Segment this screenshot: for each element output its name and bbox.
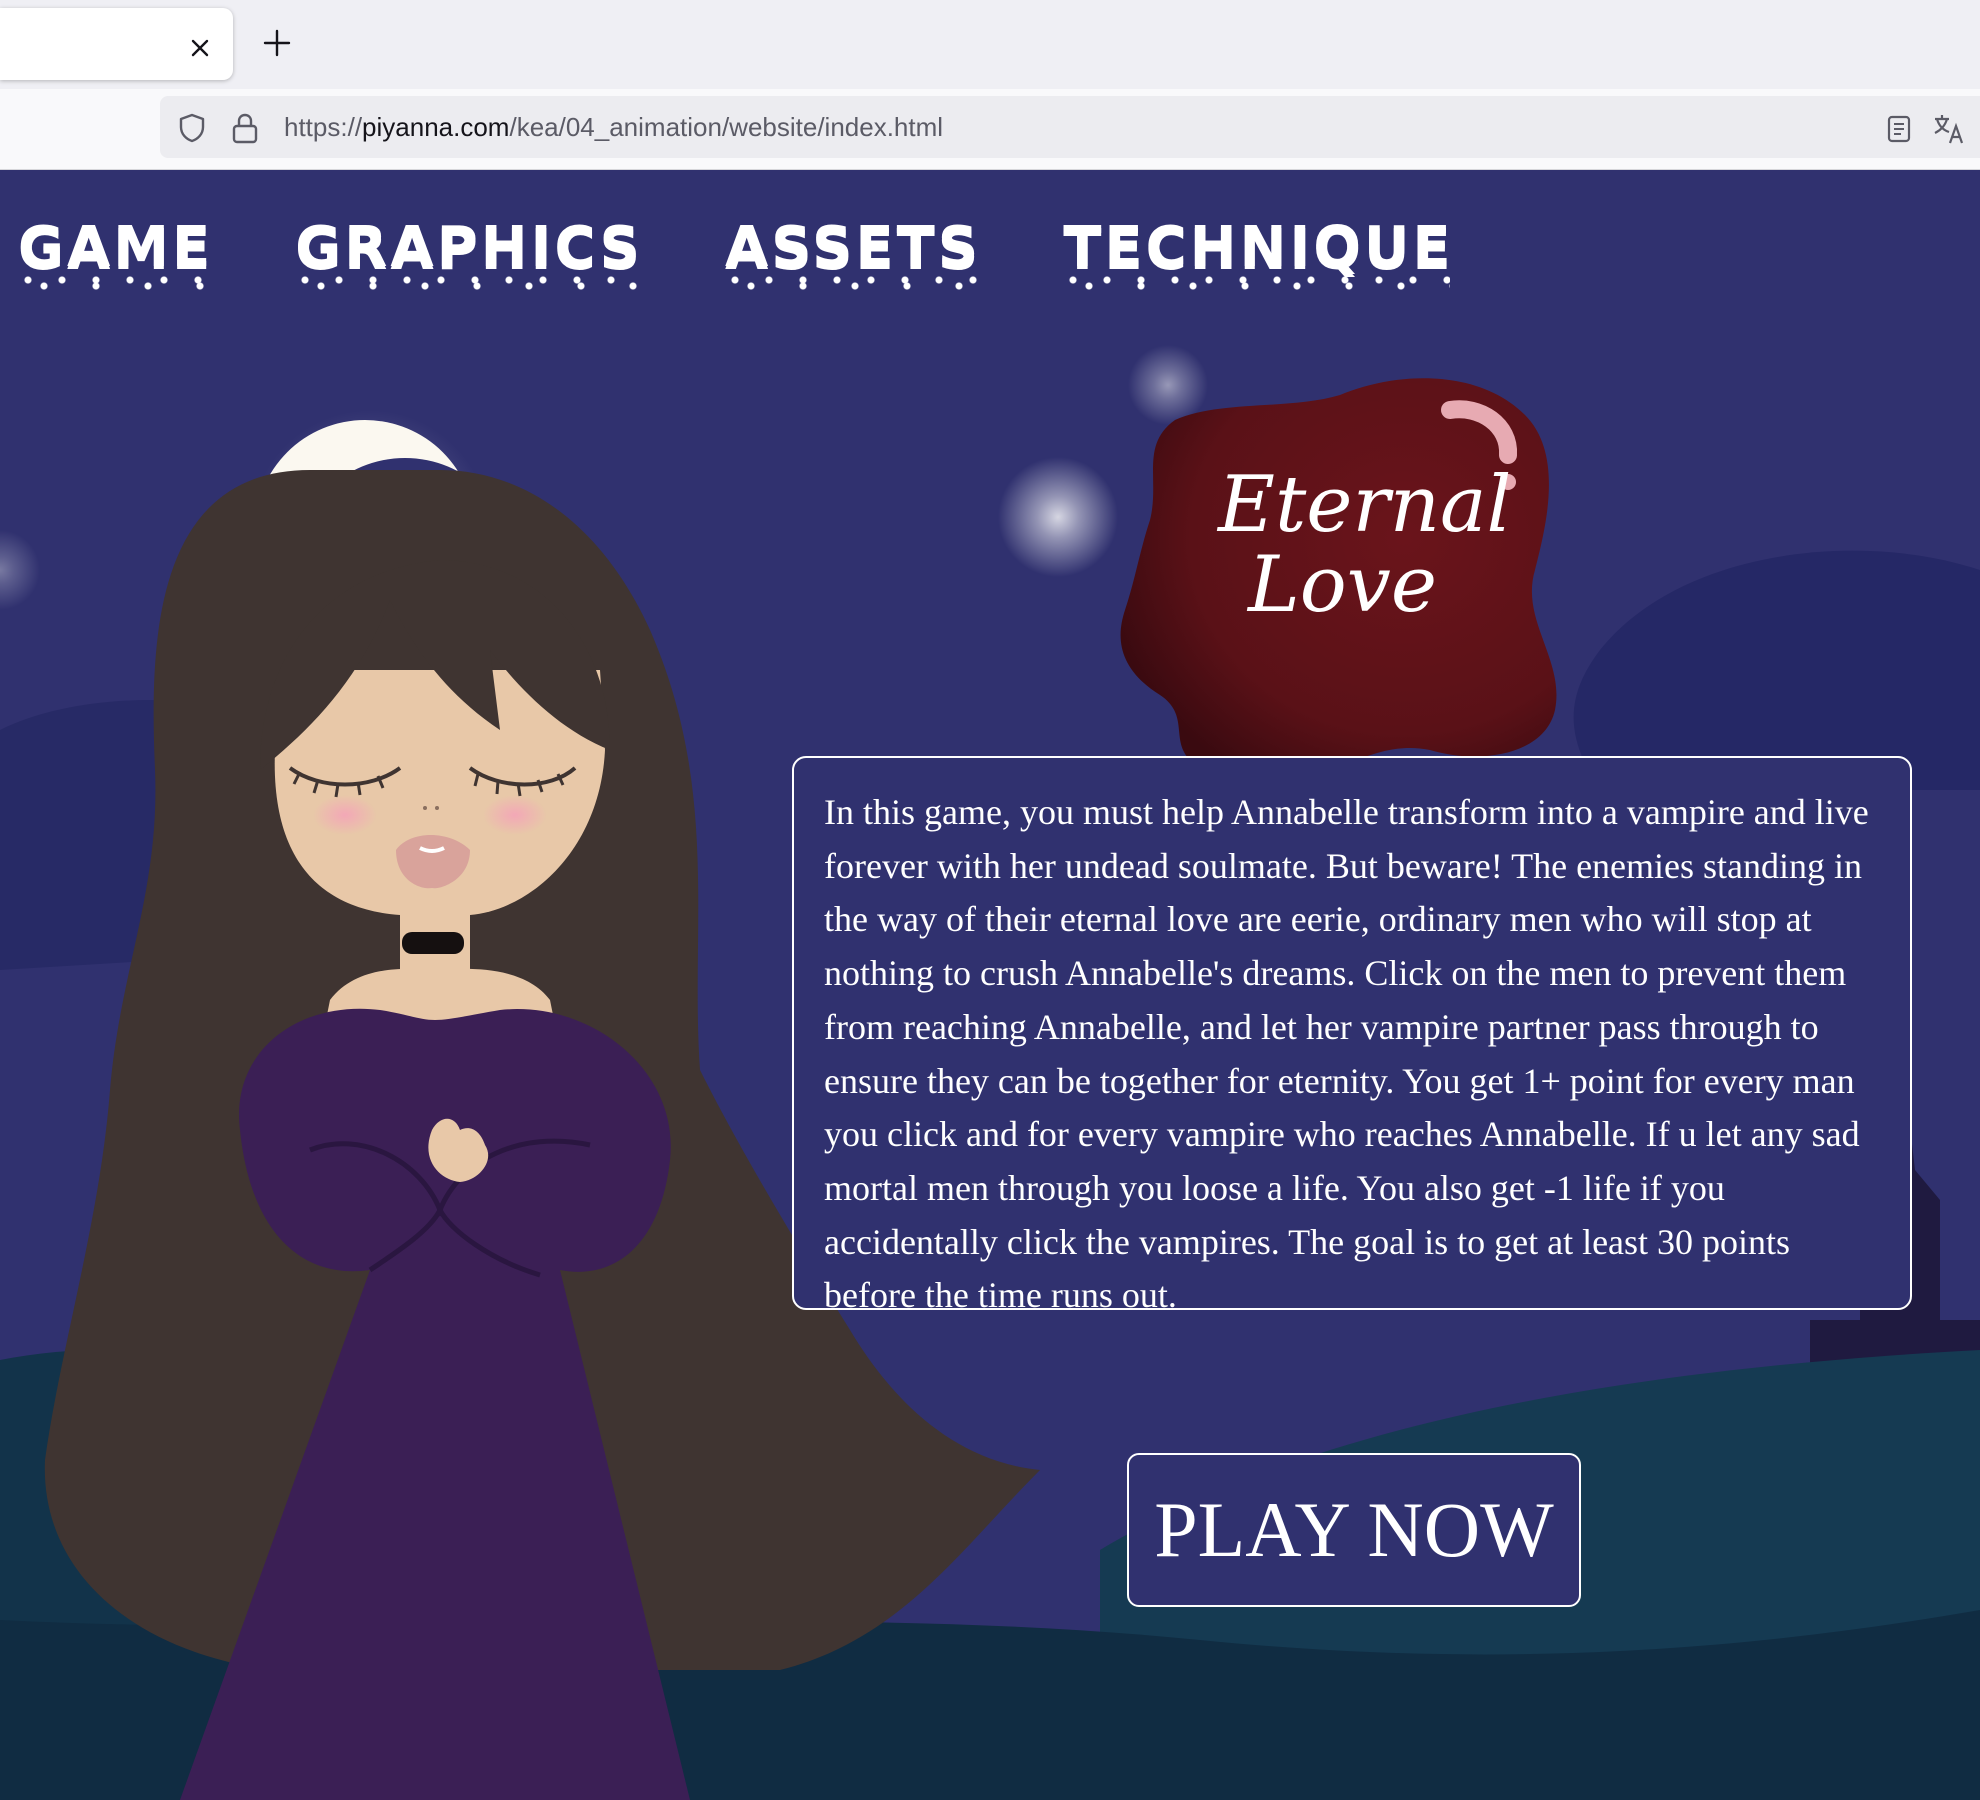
star [998, 457, 1118, 577]
url-host: piyanna.com [362, 112, 510, 142]
web-page: GAME GRAPHICS ASSETS TECHNIQUE Eternal L… [0, 170, 1980, 1800]
logo-title-line-1: Eternal [1218, 460, 1512, 550]
nav-link-graphics[interactable]: GRAPHICS [295, 220, 643, 292]
url-scheme: https:// [284, 112, 363, 142]
lock-icon[interactable] [230, 112, 260, 144]
star [0, 530, 40, 610]
nav-link-game[interactable]: GAME [18, 220, 213, 292]
game-logo: Eternal Love [1118, 370, 1558, 710]
translate-icon[interactable] [1932, 112, 1966, 146]
nav-link-assets[interactable]: ASSETS [725, 220, 981, 292]
main-nav: GAME GRAPHICS ASSETS TECHNIQUE [18, 220, 1454, 292]
play-now-button[interactable]: PLAY NOW [1127, 1453, 1581, 1607]
logo-title-line-2: Love [1248, 540, 1437, 630]
game-description: In this game, you must help Annabelle tr… [792, 756, 1912, 1315]
shield-icon[interactable] [176, 112, 208, 144]
nav-link-technique[interactable]: TECHNIQUE [1063, 220, 1453, 292]
address-bar[interactable]: https://piyanna.com/kea/04_animation/web… [160, 96, 1980, 158]
close-icon[interactable] [186, 34, 214, 62]
url-text[interactable]: https://piyanna.com/kea/04_animation/web… [284, 112, 943, 143]
browser-tab[interactable] [0, 8, 233, 80]
browser-tab-bar [0, 0, 1980, 89]
url-path: /kea/04_animation/website/index.html [509, 112, 944, 142]
plus-icon[interactable] [262, 28, 292, 58]
browser-toolbar: https://piyanna.com/kea/04_animation/web… [0, 89, 1980, 170]
reader-view-icon[interactable] [1884, 114, 1914, 144]
cloud-right [1573, 550, 1980, 790]
